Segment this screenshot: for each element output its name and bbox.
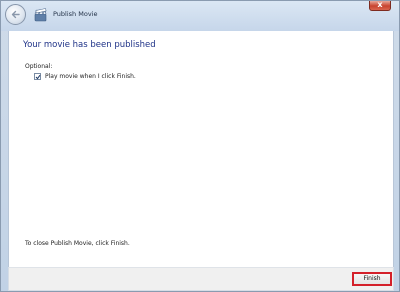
title-bar: Publish Movie x <box>1 0 399 31</box>
close-icon: x <box>377 0 383 9</box>
close-instructions: To close Publish Movie, click Finish. <box>25 240 130 247</box>
finish-button[interactable]: Finish <box>352 272 392 286</box>
play-movie-label[interactable]: Play movie when I click Finish. <box>45 73 136 80</box>
play-movie-checkbox[interactable] <box>34 73 41 80</box>
publish-movie-window: Publish Movie x Your movie has been publ… <box>0 0 400 292</box>
movie-maker-icon <box>34 8 47 22</box>
button-bar <box>8 267 394 291</box>
back-button[interactable] <box>5 4 26 25</box>
play-movie-option[interactable]: Play movie when I click Finish. <box>34 72 136 81</box>
content-pane: Your movie has been published Optional: … <box>8 31 394 267</box>
close-button[interactable]: x <box>369 0 391 11</box>
back-arrow-icon <box>11 10 20 19</box>
window-title: Publish Movie <box>53 10 98 18</box>
optional-label: Optional: <box>25 63 53 70</box>
checkmark-icon <box>35 74 41 80</box>
page-heading: Your movie has been published <box>23 40 156 50</box>
